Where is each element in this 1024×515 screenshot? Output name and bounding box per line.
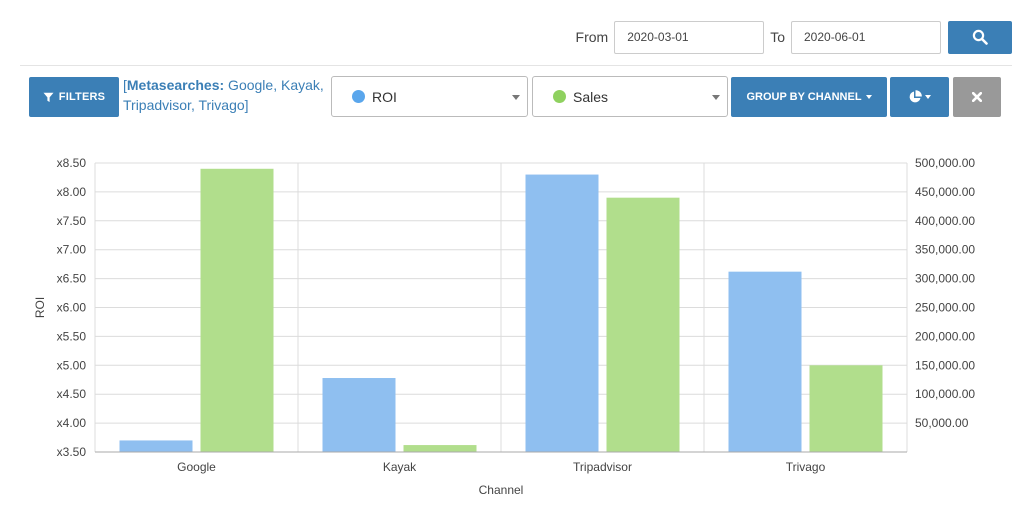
filters-button[interactable]: FILTERS <box>29 77 119 117</box>
group-by-channel-button[interactable]: GROUP BY CHANNEL <box>731 77 887 117</box>
y-left-tick-label: x5.50 <box>57 329 87 343</box>
metric-1-value: ROI <box>372 88 397 105</box>
y-left-tick-label: x4.50 <box>57 387 87 401</box>
caret-down-icon <box>865 95 872 99</box>
to-label: To <box>770 29 785 45</box>
y-right-tick-label: 350,000.00 <box>915 243 975 257</box>
metric-2-value: Sales <box>573 88 609 105</box>
chevron-down-icon <box>712 95 720 100</box>
toolbar-divider <box>20 65 1012 66</box>
y-right-tick-label: 400,000.00 <box>915 214 975 228</box>
bar-roi-trivago <box>728 271 802 452</box>
y-left-tick-label: x5.00 <box>57 358 87 372</box>
chart-svg: x3.50 x4.00 x4.50 x5.00 x5.50 x6.00 x6.50 x7.00… <box>33 156 975 497</box>
chevron-down-icon <box>512 95 520 100</box>
bar-sales-kayak <box>403 445 477 452</box>
bar-roi-tripadvisor <box>525 174 599 452</box>
metric-2-color-dot <box>553 90 566 103</box>
group-by-label: GROUP BY CHANNEL <box>746 91 862 103</box>
search-button[interactable] <box>948 20 1012 54</box>
bar-sales-google <box>200 168 274 452</box>
x-axis-title: Channel <box>479 483 524 497</box>
y-right-tick-label: 500,000.00 <box>915 156 975 170</box>
channel-chart: x3.50 x4.00 x4.50 x5.00 x5.50 x6.00 x6.50 x7.00… <box>0 140 1024 515</box>
filter-key: Metasearches: <box>126 77 225 93</box>
metric-1-select[interactable]: ROI <box>331 76 528 117</box>
x-tick-label: Tripadvisor <box>573 460 632 474</box>
y-right-tick-label: 300,000.00 <box>915 272 975 286</box>
bar-roi-kayak <box>322 378 396 452</box>
y-axis-title: ROI <box>33 297 47 318</box>
metric-1-color-dot <box>352 90 365 103</box>
x-tick-label: Google <box>177 460 216 474</box>
y-left-tick-label: x7.50 <box>57 214 87 228</box>
bar-roi-google <box>119 440 193 452</box>
filter-close-bracket: ] <box>244 97 249 113</box>
chart-type-button[interactable] <box>890 77 949 117</box>
search-icon <box>972 29 988 45</box>
y-right-tick-label: 50,000.00 <box>915 416 969 430</box>
y-right-tick-label: 250,000.00 <box>915 301 975 315</box>
y-right-tick-label: 200,000.00 <box>915 329 975 343</box>
metric-2-select[interactable]: Sales <box>532 76 728 117</box>
y-right-tick-label: 150,000.00 <box>915 358 975 372</box>
pie-chart-icon <box>909 90 922 103</box>
date-range-bar: From To <box>576 20 1012 54</box>
close-button[interactable] <box>953 77 1001 117</box>
from-label: From <box>575 29 609 45</box>
filters-label: FILTERS <box>58 91 106 103</box>
y-right-tick-label: 450,000.00 <box>915 185 975 199</box>
caret-down-icon <box>925 95 931 99</box>
y-left-tick-label: x4.00 <box>57 416 87 430</box>
from-date-input[interactable] <box>614 20 765 54</box>
close-icon <box>972 92 982 102</box>
x-tick-label: Trivago <box>786 460 826 474</box>
active-filter-summary[interactable]: [Metasearches: Google, Kayak, Tripadviso… <box>123 75 328 115</box>
y-left-tick-label: x3.50 <box>57 445 87 459</box>
to-date-input[interactable] <box>791 20 941 54</box>
y-left-tick-label: x6.50 <box>57 272 87 286</box>
y-right-tick-label: 100,000.00 <box>915 387 975 401</box>
bar-sales-tripadvisor <box>606 197 680 452</box>
x-tick-label: Kayak <box>383 460 417 474</box>
y-left-tick-label: x8.00 <box>57 185 87 199</box>
y-left-tick-label: x8.50 <box>57 156 87 170</box>
y-left-tick-label: x6.00 <box>57 301 87 315</box>
bar-sales-trivago <box>809 365 883 452</box>
y-left-tick-label: x7.00 <box>57 243 87 257</box>
filter-icon <box>43 92 54 102</box>
